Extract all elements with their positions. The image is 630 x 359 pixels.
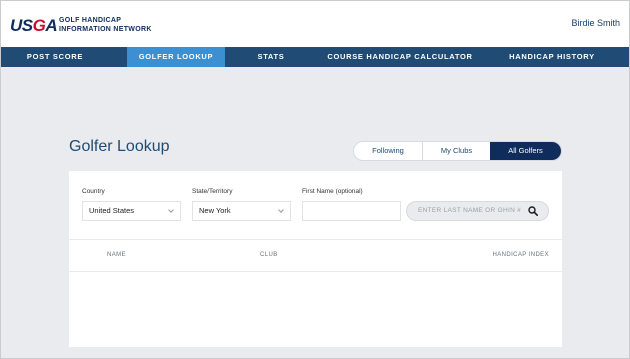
column-header-handicap-index: HANDICAP INDEX: [492, 252, 549, 258]
top-header: USGA GOLF HANDICAP INFORMATION NETWORK B…: [1, 1, 629, 47]
nav-post-score[interactable]: POST SCORE: [1, 47, 109, 67]
nav-golfer-lookup[interactable]: GOLFER LOOKUP: [127, 47, 225, 67]
country-value: United States: [89, 206, 135, 215]
usga-logo[interactable]: USGA: [10, 16, 58, 36]
tab-following[interactable]: Following: [354, 142, 423, 160]
first-name-label: First Name (optional): [302, 188, 363, 195]
search-input[interactable]: ENTER LAST NAME OR GHIN #: [406, 201, 549, 221]
nav-handicap-history[interactable]: HANDICAP HISTORY: [497, 47, 607, 67]
user-name[interactable]: Birdie Smith: [571, 18, 620, 28]
column-header-club: CLUB: [260, 252, 278, 258]
chevron-down-icon: [168, 207, 174, 213]
results-table-body: [69, 272, 562, 347]
tab-my-clubs[interactable]: My Clubs: [423, 142, 490, 160]
golfer-filter-toggle: Following My Clubs All Golfers: [353, 141, 562, 161]
search-icon[interactable]: [528, 206, 538, 216]
state-value: New York: [199, 206, 231, 215]
first-name-input[interactable]: [302, 201, 401, 221]
state-select[interactable]: New York: [192, 201, 291, 221]
state-label: State/Territory: [192, 188, 233, 195]
nav-course-handicap-calculator[interactable]: COURSE HANDICAP CALCULATOR: [325, 47, 475, 67]
country-select[interactable]: United States: [82, 201, 181, 221]
column-header-name: NAME: [107, 252, 126, 258]
nav-stats[interactable]: STATS: [235, 47, 307, 67]
card-divider-top: [69, 239, 562, 240]
chevron-down-icon: [278, 207, 284, 213]
page-title: Golfer Lookup: [69, 138, 170, 155]
tab-all-golfers[interactable]: All Golfers: [490, 142, 561, 160]
network-name: GOLF HANDICAP INFORMATION NETWORK: [59, 16, 152, 34]
search-placeholder: ENTER LAST NAME OR GHIN #: [418, 207, 522, 214]
network-line-1: GOLF HANDICAP: [59, 17, 122, 24]
network-line-2: INFORMATION NETWORK: [59, 26, 152, 33]
main-nav: POST SCORE GOLFER LOOKUP STATS COURSE HA…: [1, 47, 629, 67]
lookup-card: Country United States State/Territory Ne…: [69, 171, 562, 347]
country-label: Country: [82, 188, 105, 195]
